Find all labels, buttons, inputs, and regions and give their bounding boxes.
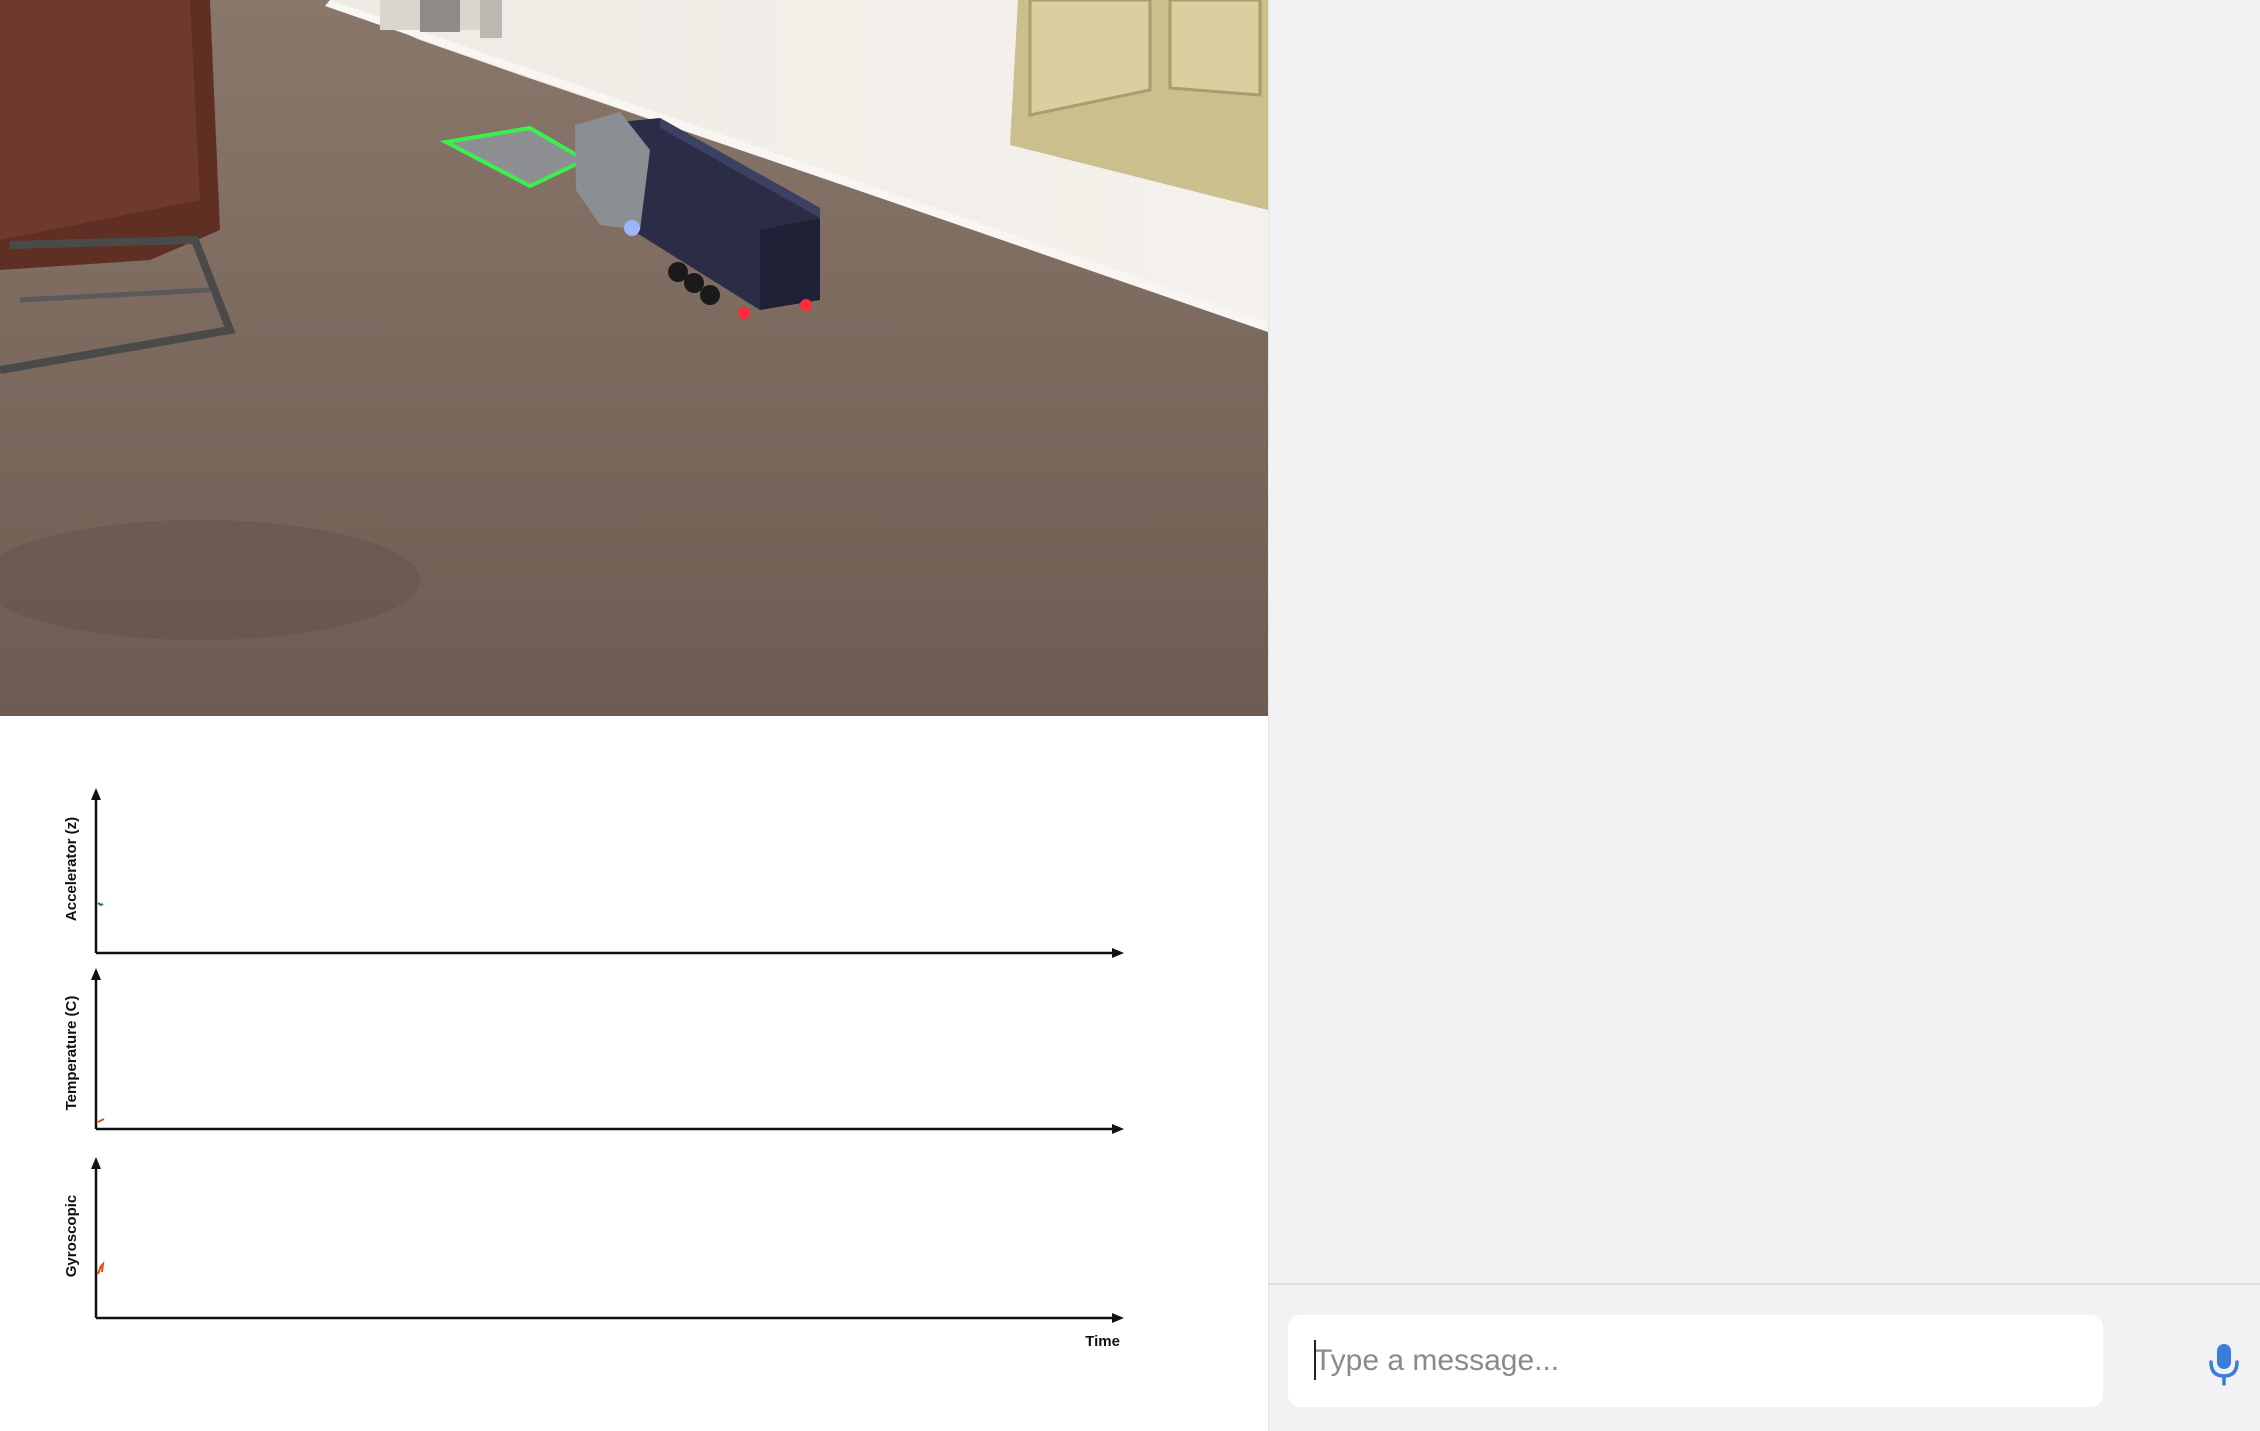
temperature-y-label: Temperature (C) — [63, 996, 80, 1111]
microphone-icon — [2209, 1344, 2239, 1386]
accelerator-y-label: Accelerator (z) — [63, 817, 80, 921]
camera-feed — [0, 0, 1268, 716]
accelerator-y-arrow — [91, 788, 101, 800]
message-input[interactable] — [1288, 1315, 2103, 1407]
chart-temperature: Temperature (C) — [63, 968, 1124, 1134]
chat-pane — [1268, 0, 2260, 1431]
chart-accelerator: Accelerator (z) — [63, 788, 1124, 958]
camera-feed-image — [0, 0, 1268, 716]
time-x-label: Time — [1085, 1333, 1120, 1350]
temperature-y-arrow — [91, 968, 101, 980]
temperature-series-line — [97, 1118, 105, 1123]
accelerator-x-arrow — [1112, 948, 1124, 958]
sensor-charts: Accelerator (z) Temperature (C) Gyroscop… — [0, 716, 1268, 1431]
chart-gyroscopic: Gyroscopic Time — [63, 1157, 1124, 1350]
gyroscopic-y-arrow — [91, 1157, 101, 1169]
temperature-x-arrow — [1112, 1124, 1124, 1134]
accelerator-series-line — [97, 902, 104, 907]
sensor-charts-svg: Accelerator (z) Temperature (C) Gyroscop… — [63, 788, 1124, 1350]
message-composer — [1269, 1283, 2260, 1431]
chat-history[interactable] — [1269, 0, 2260, 1283]
gyroscopic-series-line — [97, 1261, 105, 1275]
left-pane: Accelerator (z) Temperature (C) Gyroscop… — [0, 0, 1268, 1431]
gyroscopic-y-label: Gyroscopic — [63, 1195, 80, 1278]
text-caret — [1314, 1340, 1316, 1380]
microphone-button[interactable] — [2197, 1337, 2251, 1391]
gyroscopic-x-arrow — [1112, 1313, 1124, 1323]
